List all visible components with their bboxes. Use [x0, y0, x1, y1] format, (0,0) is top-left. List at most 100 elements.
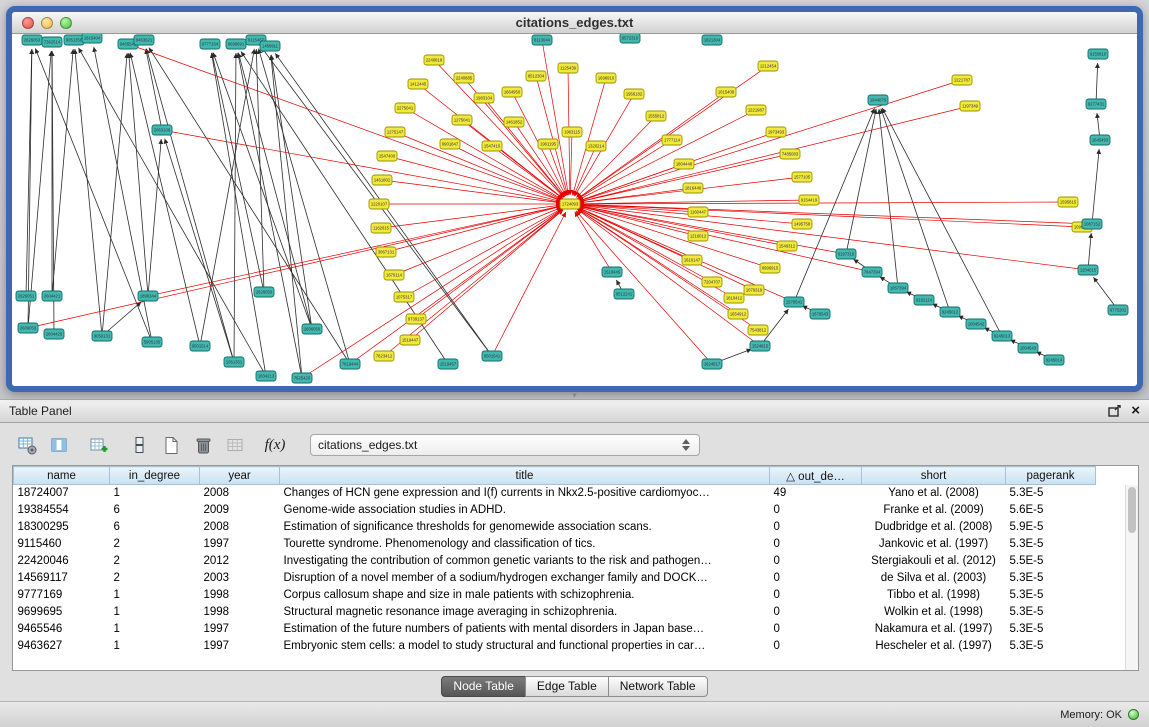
graph-node[interactable]: 1679543: [810, 309, 830, 319]
graph-node[interactable]: 9051358: [64, 35, 84, 45]
column-header-pagerank[interactable]: pagerank: [1006, 467, 1096, 485]
graph-node[interactable]: 1275041: [452, 115, 472, 125]
graph-node[interactable]: 3067131: [376, 247, 396, 257]
graph-node[interactable]: 1804448: [674, 159, 694, 169]
graph-node[interactable]: 1944879: [868, 95, 888, 105]
graph-node[interactable]: 1197349: [960, 101, 980, 111]
graph-node[interactable]: 1320214: [586, 141, 606, 151]
graph-node[interactable]: 7647394: [862, 267, 882, 277]
table-row[interactable]: 2242004622012Investigating the contribut…: [14, 553, 1096, 570]
graph-node[interactable]: 7623412: [374, 351, 394, 361]
graph-node[interactable]: 9154419: [799, 195, 819, 205]
graph-node[interactable]: 1057394: [888, 283, 908, 293]
graph-node[interactable]: 1216012: [688, 231, 708, 241]
graph-node[interactable]: 1963115: [562, 127, 582, 137]
graph-node[interactable]: 1664950: [502, 87, 522, 97]
graph-node[interactable]: 2604420: [44, 329, 64, 339]
graph-node[interactable]: 1524815: [750, 341, 770, 351]
graph-node[interactable]: 1577105: [792, 172, 812, 182]
graph-node[interactable]: 9739137: [406, 314, 426, 324]
close-window-button[interactable]: [22, 17, 34, 29]
graph-node[interactable]: 1519447: [400, 335, 420, 345]
table-row[interactable]: 969969511998Structural magnetic resonanc…: [14, 604, 1096, 621]
graph-node[interactable]: 1125439: [558, 63, 578, 73]
tab-edge-table[interactable]: Edge Table: [525, 676, 609, 697]
graph-node[interactable]: 7543812: [748, 325, 768, 335]
close-panel-button[interactable]: ×: [1121, 404, 1140, 418]
graph-node[interactable]: 9501514: [190, 341, 210, 351]
graph-node[interactable]: 1724093: [560, 199, 580, 209]
graph-node[interactable]: 7625420: [292, 373, 312, 383]
graph-node[interactable]: 9512241: [614, 289, 634, 299]
table-row[interactable]: 946362711997Embryonic stem cells: a mode…: [14, 638, 1096, 655]
graph-node[interactable]: 1645493: [1090, 135, 1110, 145]
column-header-title[interactable]: title: [280, 467, 770, 485]
graph-node[interactable]: 8113044: [532, 35, 552, 45]
table-row[interactable]: 911546021997Tourette syndrome. Phenomeno…: [14, 536, 1096, 553]
column-header-short[interactable]: short: [862, 467, 1006, 485]
graph-node[interactable]: 2606050: [302, 324, 322, 334]
graph-node[interactable]: 8512304: [526, 71, 546, 81]
graph-node[interactable]: 1015408: [716, 87, 736, 97]
graph-node[interactable]: 1220107: [369, 199, 389, 209]
graph-node[interactable]: 1461852: [504, 117, 524, 127]
graph-node[interactable]: 1275147: [385, 127, 405, 137]
graph-node[interactable]: 1616147: [682, 255, 702, 265]
column-header-in_degree[interactable]: in_degree: [110, 467, 200, 485]
graph-node[interactable]: 9245013: [992, 331, 1012, 341]
graph-node[interactable]: 9777164: [200, 39, 220, 49]
graph-node[interactable]: 8996915: [760, 263, 780, 273]
graph-node[interactable]: 9572310: [620, 34, 640, 43]
tab-network-table[interactable]: Network Table: [608, 676, 708, 697]
graph-node[interactable]: 1983104: [474, 93, 494, 103]
graph-node[interactable]: 2063106: [152, 125, 172, 135]
show-columns-button[interactable]: [46, 432, 72, 458]
graph-node[interactable]: 6775202: [1108, 305, 1128, 315]
graph-node[interactable]: 1204015: [1078, 265, 1098, 275]
tab-node-table[interactable]: Node Table: [441, 676, 526, 697]
table-row[interactable]: 946554611997Estimation of the future num…: [14, 621, 1096, 638]
graph-node[interactable]: 1821304: [702, 35, 722, 45]
graph-node[interactable]: 1004542: [966, 319, 986, 329]
graph-node[interactable]: 9463621: [134, 35, 154, 45]
graph-node[interactable]: 1834213: [256, 371, 276, 381]
graph-node[interactable]: 1461802: [372, 175, 392, 185]
graph-node[interactable]: 1816446: [683, 183, 703, 193]
graph-node[interactable]: 2240818: [424, 55, 444, 65]
network-table-select[interactable]: citations_edges.txt: [310, 434, 700, 456]
table-row[interactable]: 1938455462009Genome-wide association stu…: [14, 502, 1096, 519]
graph-node[interactable]: 2626051: [16, 291, 36, 301]
graph-node[interactable]: 1547410: [482, 141, 502, 151]
graph-node[interactable]: 1956182: [624, 89, 644, 99]
graph-node[interactable]: 1518445: [602, 267, 622, 277]
graph-node[interactable]: 1815404: [82, 34, 102, 43]
graph-node[interactable]: 7362514: [42, 37, 62, 47]
graph-node[interactable]: 9277431: [1086, 99, 1106, 109]
graph-node[interactable]: 1973493: [766, 127, 786, 137]
graph-node[interactable]: 9901847: [440, 139, 460, 149]
network-canvas[interactable]: 1724093224081814124452275041127514715474…: [12, 34, 1137, 386]
table-row[interactable]: 1872400712008Changes of HCN gene express…: [14, 485, 1096, 502]
zoom-window-button[interactable]: [60, 17, 72, 29]
graph-node[interactable]: 1654912: [728, 309, 748, 319]
graph-node[interactable]: 1160447: [688, 207, 708, 217]
function-builder-button[interactable]: f(x): [262, 432, 288, 458]
table-row[interactable]: 1830029562008Estimation of significance …: [14, 519, 1096, 536]
graph-node[interactable]: 2240885: [454, 73, 474, 83]
graph-node[interactable]: 1087152: [1082, 219, 1102, 229]
graph-node[interactable]: 9155810: [1088, 49, 1108, 59]
graph-node[interactable]: 9050131: [92, 331, 112, 341]
new-table-button[interactable]: [158, 432, 184, 458]
create-column-button[interactable]: [86, 432, 112, 458]
graph-node[interactable]: 2626053: [22, 35, 42, 45]
graph-node[interactable]: 1579541: [784, 297, 804, 307]
column-header-year[interactable]: year: [200, 467, 280, 485]
graph-node[interactable]: 7485083: [780, 149, 800, 159]
graph-node[interactable]: 1777114: [662, 135, 682, 145]
graph-node[interactable]: 6197319: [836, 249, 856, 259]
graph-node[interactable]: 1549312: [777, 241, 797, 251]
column-header-out_de[interactable]: △ out_de…: [770, 467, 862, 485]
graph-node[interactable]: 1051351: [224, 357, 244, 367]
graph-node[interactable]: 1610412: [724, 293, 744, 303]
delete-column-button[interactable]: [126, 432, 152, 458]
